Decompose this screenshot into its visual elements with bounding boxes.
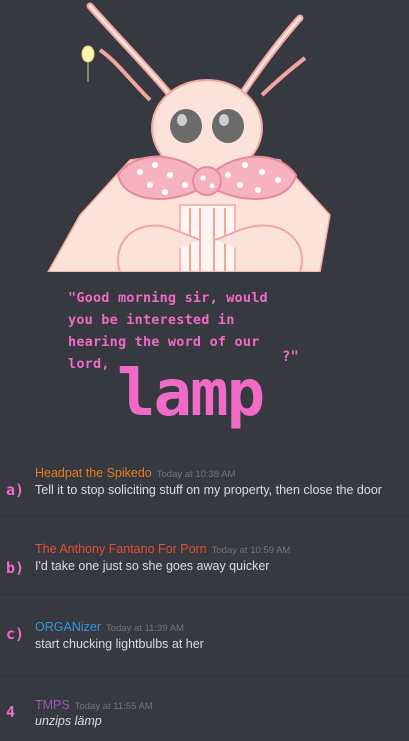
lamp-word: lamp: [117, 357, 265, 431]
option-marker: a): [6, 481, 25, 499]
message-item: b) The Anthony Fantano For Porn Today at …: [0, 530, 409, 584]
divider: [0, 516, 409, 517]
option-marker: 4: [6, 703, 16, 721]
divider: [0, 676, 409, 677]
speech-end: ?": [282, 349, 299, 365]
message-text: Tell it to stop soliciting stuff on my p…: [35, 483, 382, 497]
username[interactable]: TMPS: [35, 698, 70, 712]
username[interactable]: The Anthony Fantano For Porn: [35, 542, 207, 556]
option-marker: c): [6, 625, 25, 643]
message-text: start chucking lightbulbs at her: [35, 637, 204, 651]
option-marker: b): [6, 559, 25, 577]
timestamp: Today at 11:39 AM: [105, 623, 184, 634]
username[interactable]: ORGANizer: [35, 620, 101, 634]
message-text: I'd take one just so she goes away quick…: [35, 559, 270, 573]
timestamp: Today at 10:59 AM: [211, 545, 291, 556]
moth-illustration: [47, 2, 331, 272]
speech-line-1: "Good morning sir, would: [68, 290, 268, 306]
message-item: c) ORGANizer Today at 11:39 AM start chuc…: [0, 608, 409, 662]
message-text: unzips lämp: [35, 714, 102, 728]
message-item: 4 TMPS Today at 11:55 AM unzips lämp: [0, 686, 409, 740]
timestamp: Today at 10:38 AM: [156, 469, 236, 480]
speech-line-2: you be interested in: [68, 312, 235, 328]
message-item: a) Headpat the Spikedo Today at 10:38 AM …: [0, 456, 409, 510]
divider: [0, 594, 409, 595]
timestamp: Today at 11:55 AM: [74, 701, 153, 712]
username[interactable]: Headpat the Spikedo: [35, 466, 152, 480]
